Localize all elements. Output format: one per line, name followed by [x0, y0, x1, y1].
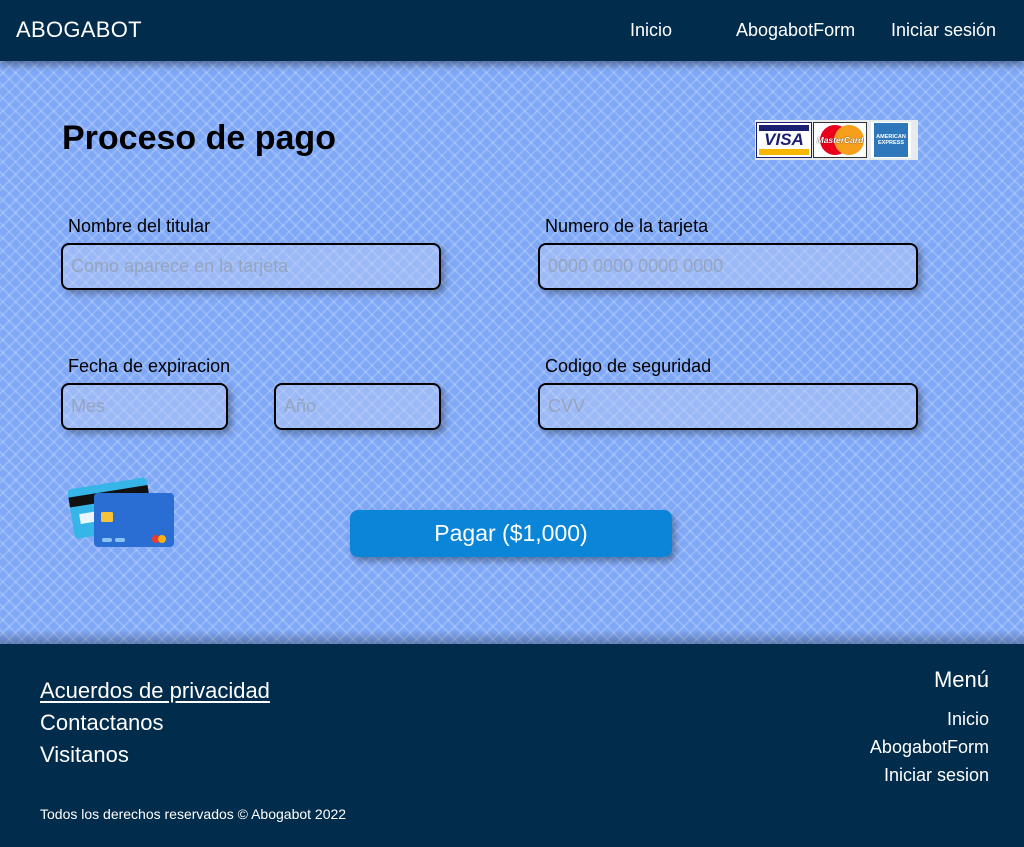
footer: Acuerdos de privacidad Contactanos Visit… [0, 644, 1024, 847]
nav-link-abogabotform[interactable]: AbogabotForm [736, 20, 855, 41]
mastercard-logo-icon: MasterCard [813, 122, 867, 158]
footer-menu-iniciar-sesion[interactable]: Iniciar sesion [884, 765, 989, 786]
holder-name-label: Nombre del titular [68, 216, 211, 236]
amex-logo-icon: AMERICAN EXPRESS [871, 122, 911, 158]
expiration-month-input[interactable] [61, 383, 228, 430]
credit-cards-icon [67, 477, 174, 547]
page-title: Proceso de pago [62, 119, 336, 157]
footer-menu-abogabotform[interactable]: AbogabotForm [870, 737, 989, 758]
expiration-label: Fecha de expiracion [68, 356, 231, 376]
footer-link-contact[interactable]: Contactanos [40, 710, 164, 736]
footer-menu-inicio[interactable]: Inicio [947, 709, 989, 730]
footer-link-visit[interactable]: Visitanos [40, 742, 129, 768]
accepted-cards: VISA MasterCard AMERICAN EXPRESS [755, 120, 918, 160]
footer-menu-heading: Menú [933, 667, 989, 692]
security-code-input[interactable] [538, 383, 918, 430]
footer-link-privacy[interactable]: Acuerdos de privacidad [40, 678, 270, 704]
expiration-year-input[interactable] [274, 383, 441, 430]
top-navbar: ABOGABOT Inicio AbogabotForm Iniciar ses… [0, 0, 1024, 61]
visa-logo-icon: VISA [756, 122, 812, 158]
nav-link-iniciar-sesion[interactable]: Iniciar sesión [891, 20, 996, 41]
brand-logo[interactable]: ABOGABOT [16, 17, 142, 43]
card-number-input[interactable] [538, 243, 918, 290]
holder-name-input[interactable] [61, 243, 441, 290]
payment-section: Proceso de pago VISA MasterCard AMERICAN… [0, 61, 1024, 644]
security-code-label: Codigo de seguridad [545, 356, 712, 376]
card-number-label: Numero de la tarjeta [545, 216, 709, 236]
nav-link-inicio[interactable]: Inicio [630, 20, 672, 41]
copyright-text: Todos los derechos reservados © Abogabot… [40, 806, 347, 822]
pay-button[interactable]: Pagar ($1,000) [350, 510, 672, 557]
